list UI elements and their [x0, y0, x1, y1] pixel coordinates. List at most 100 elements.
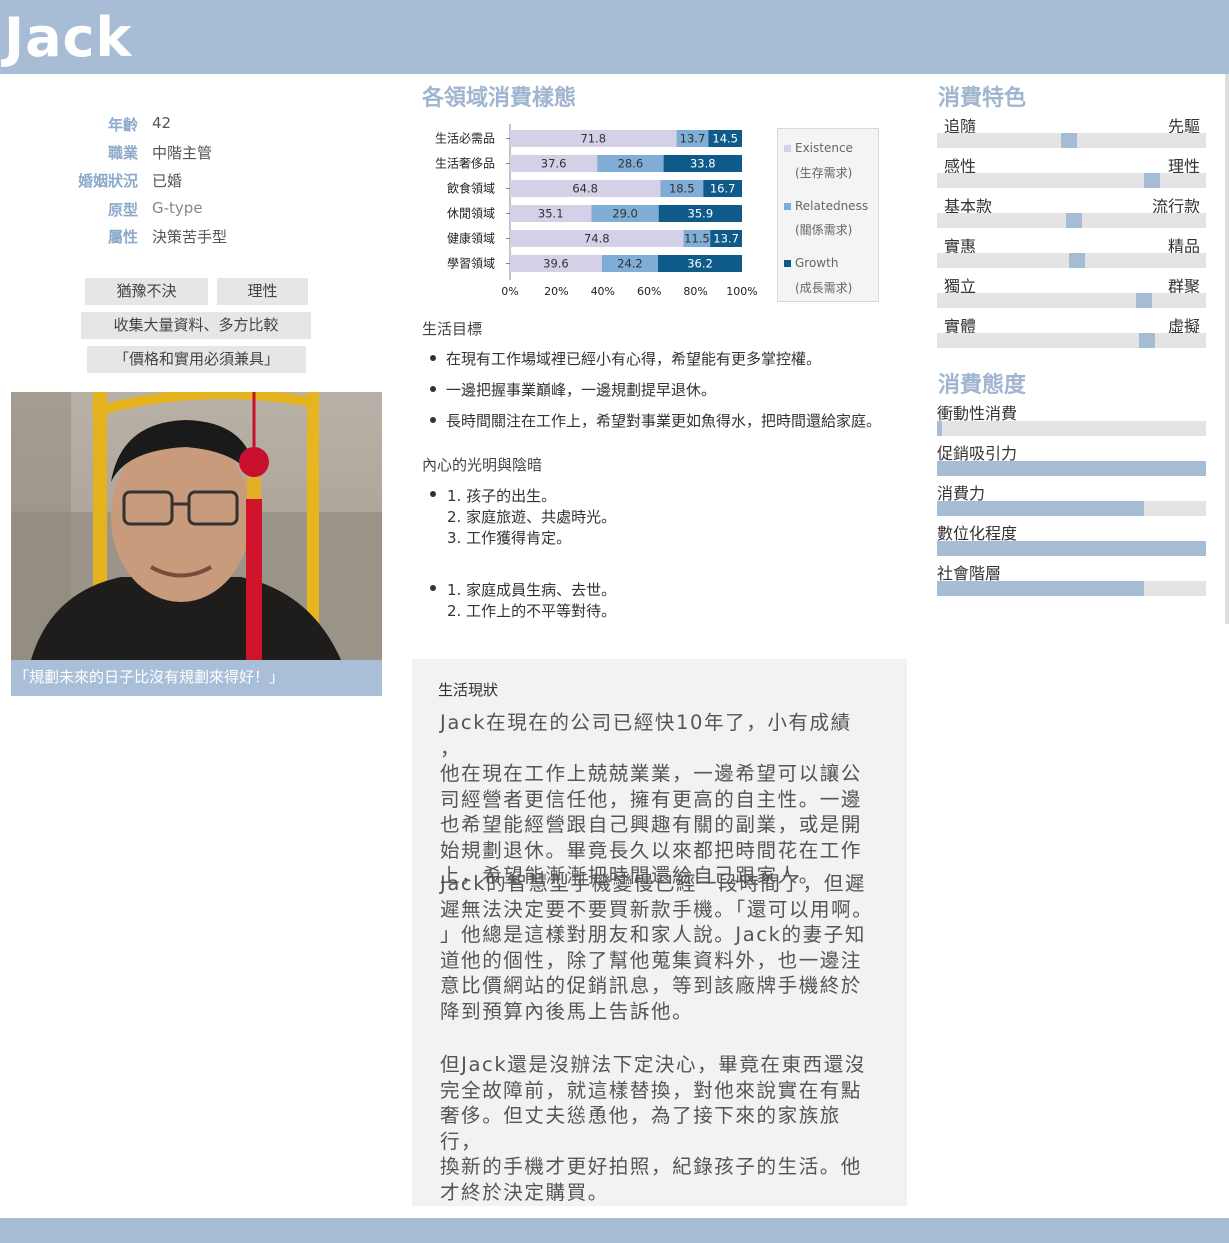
attitude-title: 消費態度	[938, 373, 1027, 398]
bar-value-label: 39.6	[543, 257, 569, 271]
legend-item-relatedness: Relatedness	[784, 199, 868, 213]
category-label: 生活奢侈品	[435, 157, 495, 171]
legend-label: Existence	[795, 141, 853, 155]
profile-row-age: 年齡 42	[0, 114, 300, 136]
light-item: 1. 孩子的出生。	[447, 487, 557, 505]
x-tick-label: 100%	[726, 285, 757, 298]
bar-value-label: 14.5	[712, 132, 738, 146]
bar-value-label: 28.6	[618, 157, 644, 171]
footer-bar	[0, 1218, 1229, 1243]
legend-sub: (成長需求)	[795, 281, 853, 295]
text-line: 遲無法決定要不要買新款手機。「還可以用啊。	[440, 897, 874, 921]
profile-value: 42	[152, 114, 172, 132]
attitude-bar-track	[937, 541, 1206, 556]
persona-photo	[11, 392, 382, 660]
trait-scale-marker	[1144, 173, 1160, 188]
right-edge-divider	[1225, 74, 1229, 624]
trait-scale-marker	[1139, 333, 1155, 348]
attitude-bar-track	[937, 501, 1206, 516]
trait-tag: 收集大量資料、多方比較	[81, 312, 311, 339]
trait-scale-track	[937, 133, 1206, 148]
trait-tag: 猶豫不決	[85, 278, 208, 305]
profile-row-marital: 婚姻狀況 已婚	[0, 170, 300, 192]
trait-scale-track	[937, 213, 1206, 228]
profile-label: 婚姻狀況	[77, 172, 138, 190]
trait-scale-track	[937, 333, 1206, 348]
text-line: Jack的智慧型手機變慢已經一段時間了，但遲	[440, 872, 866, 895]
attitude-bar-fill	[937, 461, 1206, 476]
x-tick-label: 0%	[501, 285, 518, 298]
x-tick-label: 60%	[637, 285, 661, 298]
bar-value-label: 74.8	[584, 232, 610, 246]
legend-label: Growth	[795, 256, 839, 270]
bar-value-label: 24.2	[617, 257, 643, 271]
text-line: 道他的個性，除了幫他蒐集資料外，也一邊注	[440, 948, 863, 972]
bullet-dot	[430, 417, 436, 423]
trait-scale-marker	[1066, 213, 1082, 228]
text-line: 他在現在工作上兢兢業業，一邊希望可以讓公	[440, 762, 863, 785]
bar-value-label: 18.5	[669, 182, 695, 196]
category-label: 飲食領域	[447, 181, 495, 196]
trait-scale-track	[937, 293, 1206, 308]
text-line: 也希望能經營跟自己興趣有關的副業，或是開	[440, 813, 863, 836]
attitude-bar-fill	[937, 581, 1144, 596]
text-line: 但Jack還是沒辦法下定決心，畢竟在東西還沒	[440, 1053, 866, 1076]
legend-sub: (生存需求)	[795, 166, 853, 180]
trait-scale-track	[937, 173, 1206, 188]
bar-value-label: 16.7	[710, 182, 736, 196]
bar-value-label: 36.2	[687, 257, 713, 271]
profile-value: 決策苦手型	[152, 228, 228, 246]
bar-value-label: 29.0	[612, 207, 638, 221]
bar-value-label: 64.8	[572, 182, 598, 196]
goal-item: 一邊把握事業巔峰，一邊規劃提早退休。	[446, 381, 717, 399]
legend-sub: (關係需求)	[795, 223, 853, 237]
legend-swatch	[784, 260, 791, 267]
category-label: 學習領域	[447, 256, 495, 271]
attitude-bar-fill	[937, 421, 942, 436]
category-label: 健康領域	[447, 231, 495, 246]
persona-photo-illustration	[11, 392, 382, 660]
profile-value: 中階主管	[152, 144, 213, 162]
goal-item: 在現有工作場域裡已經小有心得，希望能有更多掌控權。	[446, 350, 822, 368]
text-line: Jack在現在的公司已經快10年了，小有成績 ，	[440, 711, 852, 760]
text-line: 始規劃退休。畢竟長久以來都把時間花在工作	[440, 838, 863, 862]
profile-row-job: 職業 中階主管	[0, 142, 300, 164]
x-tick-label: 80%	[683, 285, 707, 298]
trait-scale-marker	[1061, 133, 1077, 148]
profile-label: 年齡	[107, 116, 138, 134]
attitude-bar-track	[937, 461, 1206, 476]
bar-value-label: 13.7	[713, 232, 739, 246]
legend-label: Relatedness	[795, 199, 869, 213]
life-status-title: 生活現狀	[438, 681, 499, 699]
x-tick-label: 20%	[544, 285, 568, 298]
header-bar: Jack	[0, 0, 1229, 74]
profile-label: 屬性	[107, 228, 138, 246]
bullet-dot	[430, 386, 436, 392]
chart-legend: Existence (生存需求) Relatedness (關係需求) Grow…	[777, 128, 879, 302]
trait-tag: 理性	[217, 278, 308, 305]
bar-value-label: 13.7	[680, 132, 706, 146]
profile-row-attribute: 屬性 決策苦手型	[0, 226, 300, 248]
goals-title: 生活目標	[422, 320, 483, 338]
text-line: 換新的手機才更好拍照，紀錄孩子的生活。他	[440, 1155, 863, 1178]
persona-quote-text: 「規劃未來的日子比沒有規劃來得好！」	[14, 668, 285, 686]
persona-name: Jack	[4, 6, 133, 69]
light-item: 2. 家庭旅遊、共處時光。	[447, 508, 617, 526]
dark-item: 2. 工作上的不平等對待。	[447, 602, 617, 620]
text-line: 意比價網站的促銷訊息，等到該廠牌手機終於	[440, 974, 863, 997]
bar-value-label: 71.8	[580, 132, 606, 146]
category-label: 生活必需品	[435, 132, 495, 146]
text-line: 」他總是這樣對朋友和家人說。Jack的妻子知	[440, 923, 866, 946]
attitude-bar-track	[937, 421, 1206, 436]
persona-quote: 「規劃未來的日子比沒有規劃來得好！」	[11, 660, 382, 696]
life-status-paragraph-1: Jack在現在的公司已經快10年了，小有成績 ， 他在現在工作上兢兢業業，一邊希…	[440, 710, 876, 889]
category-label: 休閒領域	[447, 206, 495, 221]
bar-value-label: 35.1	[538, 207, 564, 221]
profile-value: 已婚	[152, 172, 183, 190]
bar-value-label: 35.9	[688, 207, 714, 221]
text-line: 司經營者更信任他，擁有更高的自主性。一邊	[440, 787, 863, 811]
trait-scale-track	[937, 253, 1206, 268]
bullet-dot	[430, 585, 436, 591]
text-line: 完全故障前，就這樣替換，對他來說實在有點	[440, 1078, 863, 1102]
trait-tag: 「價格和實用必須兼具」	[87, 346, 306, 373]
